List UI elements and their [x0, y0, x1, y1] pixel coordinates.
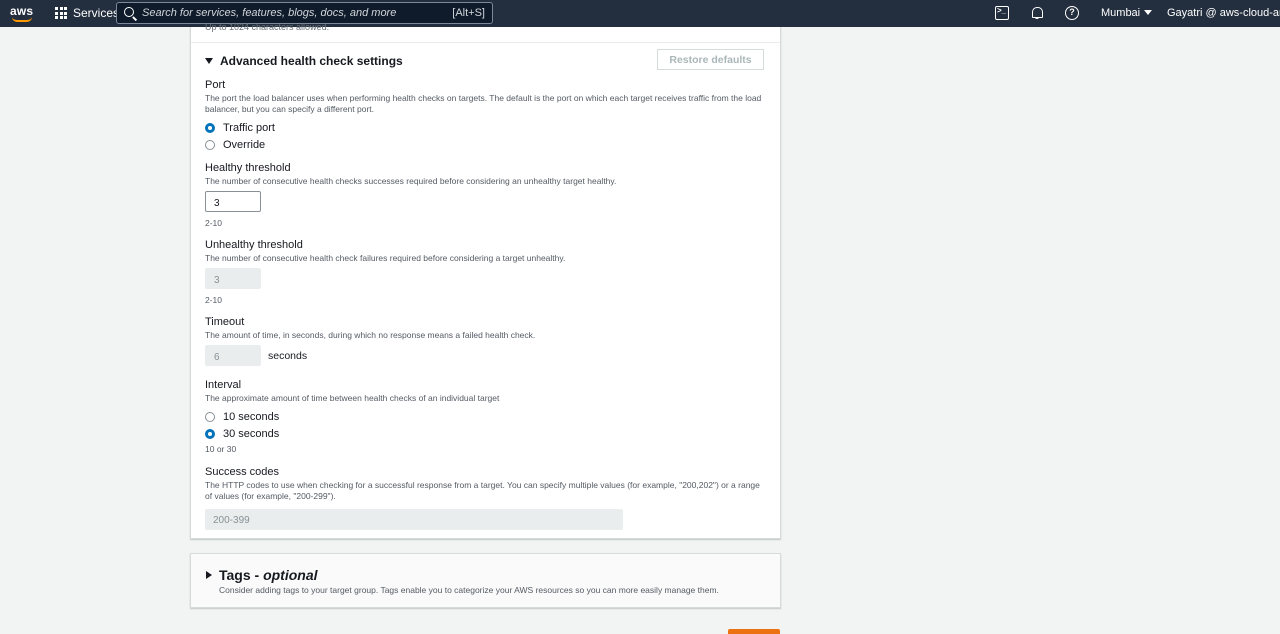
timeout-unit: seconds: [268, 349, 308, 362]
interval-label: Interval: [205, 379, 242, 391]
healthy-threshold-field: Healthy threshold The number of consecut…: [205, 162, 765, 228]
search-placeholder: Search for services, features, blogs, do…: [142, 7, 397, 19]
restore-defaults-button[interactable]: Restore defaults: [657, 49, 764, 70]
previous-field-hint: Up to 1024 characters allowed.: [205, 22, 330, 32]
healthy-threshold-input[interactable]: 3: [205, 191, 261, 212]
healthy-threshold-constraint: 2-10: [205, 218, 223, 228]
grid-icon: [55, 7, 67, 19]
radio-traffic-port[interactable]: Traffic port: [205, 119, 765, 136]
radio-label: Traffic port: [223, 121, 275, 134]
healthy-threshold-description: The number of consecutive health checks …: [205, 176, 617, 186]
port-description: The port the load balancer uses when per…: [205, 93, 762, 114]
tags-title-text: Tags -: [219, 567, 264, 583]
success-codes-description: The HTTP codes to use when checking for …: [205, 480, 760, 501]
caret-down-icon: [205, 58, 213, 64]
radio-label: 10 seconds: [223, 410, 280, 423]
unhealthy-threshold-description: The number of consecutive health check f…: [205, 253, 566, 263]
aws-logo[interactable]: aws: [10, 4, 34, 23]
caret-right-icon: [206, 571, 212, 579]
timeout-label: Timeout: [205, 316, 245, 328]
radio-selected-icon: [205, 428, 215, 439]
next-button[interactable]: [728, 629, 780, 634]
port-field: Port The port the load balancer uses whe…: [205, 79, 765, 153]
caret-down-icon: [1144, 10, 1153, 15]
radio-label: 30 seconds: [223, 427, 280, 440]
region-selector[interactable]: Mumbai: [1101, 7, 1153, 19]
advanced-settings-title: Advanced health check settings: [220, 54, 403, 68]
tags-title: Tags - optional: [219, 567, 318, 583]
unhealthy-threshold-field: Unhealthy threshold The number of consec…: [205, 239, 765, 305]
timeout-description: The amount of time, in seconds, during w…: [205, 330, 536, 340]
success-codes-label: Success codes: [205, 466, 279, 478]
tags-panel: Tags - optional Consider adding tags to …: [190, 553, 781, 608]
timeout-field: Timeout The amount of time, in seconds, …: [205, 316, 765, 366]
aws-logo-text: aws: [10, 4, 34, 18]
unhealthy-threshold-label: Unhealthy threshold: [205, 239, 303, 251]
radio-unselected-icon: [205, 411, 215, 422]
tags-optional-text: optional: [263, 567, 318, 583]
divider: [191, 42, 780, 43]
account-menu[interactable]: Gayatri @ aws-cloud-arch: [1167, 7, 1280, 19]
port-label: Port: [205, 79, 226, 91]
interval-field: Interval The approximate amount of time …: [205, 379, 765, 454]
search-shortcut: [Alt+S]: [452, 7, 485, 19]
timeout-input[interactable]: 6: [205, 345, 261, 366]
success-codes-field: Success codes The HTTP codes to use when…: [205, 466, 765, 530]
region-label: Mumbai: [1101, 7, 1141, 19]
radio-selected-icon: [205, 122, 215, 133]
timeout-row: 6 seconds: [205, 345, 765, 366]
radio-30-seconds[interactable]: 30 seconds: [205, 425, 765, 442]
cloudshell-icon[interactable]: [995, 6, 1009, 20]
aws-smile-icon: [12, 17, 32, 22]
unhealthy-threshold-input[interactable]: 3: [205, 268, 261, 289]
unhealthy-threshold-constraint: 2-10: [205, 295, 223, 305]
radio-10-seconds[interactable]: 10 seconds: [205, 408, 765, 425]
account-label: Gayatri @ aws-cloud-arch: [1167, 7, 1280, 19]
tags-description: Consider adding tags to your target grou…: [219, 585, 719, 595]
search-icon: [124, 7, 134, 17]
success-codes-input[interactable]: 200-399: [205, 509, 623, 530]
bell-icon[interactable]: [1030, 6, 1044, 20]
top-navigation-bar: aws Services Search for services, featur…: [0, 0, 1280, 27]
interval-description: The approximate amount of time between h…: [205, 393, 500, 403]
radio-unselected-icon: [205, 139, 215, 150]
help-icon[interactable]: ?: [1065, 6, 1079, 20]
services-label: Services: [73, 6, 120, 20]
radio-override[interactable]: Override: [205, 136, 765, 153]
advanced-settings-toggle[interactable]: Advanced health check settings: [205, 54, 403, 68]
services-menu-button[interactable]: Services: [55, 6, 119, 20]
search-input[interactable]: Search for services, features, blogs, do…: [116, 2, 493, 24]
health-check-panel: Up to 1024 characters allowed. Advanced …: [190, 22, 781, 539]
tags-toggle[interactable]: Tags - optional: [206, 567, 318, 583]
healthy-threshold-label: Healthy threshold: [205, 162, 291, 174]
radio-label: Override: [223, 138, 266, 151]
interval-constraint: 10 or 30: [205, 444, 237, 454]
